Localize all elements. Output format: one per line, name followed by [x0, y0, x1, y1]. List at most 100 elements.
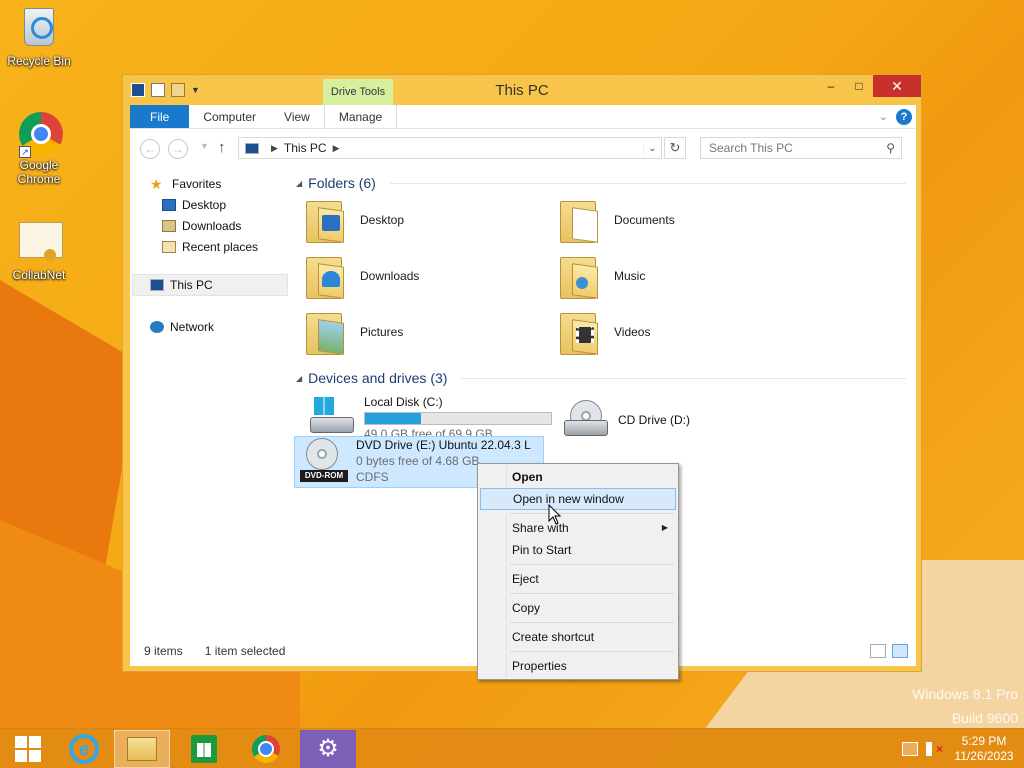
menu-item-pin-to-start[interactable]: Pin to Start: [480, 539, 676, 561]
menu-separator: [510, 651, 674, 652]
folder-pictures[interactable]: Pictures: [306, 307, 546, 357]
drive-local-disk-c[interactable]: Local Disk (C:) 49.0 GB free of 69.9 GB: [308, 395, 552, 441]
group-header-label: Folders (6): [308, 175, 376, 191]
maximize-button[interactable]: □: [845, 75, 873, 97]
desktop-folder-icon: [306, 197, 346, 243]
nav-item-recent-places[interactable]: Recent places: [162, 237, 258, 257]
menu-item-create-shortcut[interactable]: Create shortcut: [480, 626, 676, 648]
mouse-cursor-icon: [548, 504, 562, 525]
nav-item-label: Network: [170, 320, 215, 334]
folder-label: Downloads: [360, 269, 420, 283]
cd-drive-icon: [562, 398, 610, 442]
large-icons-view-icon[interactable]: [892, 644, 908, 658]
group-divider: [389, 182, 906, 184]
menu-item-open-in-new-window[interactable]: Open in new window: [480, 488, 676, 510]
folder-label: Pictures: [360, 325, 404, 339]
folder-documents[interactable]: Documents: [560, 195, 800, 245]
drive-cd-d[interactable]: CD Drive (D:): [562, 395, 690, 445]
status-selection-count: 1 item selected: [204, 644, 286, 658]
desktop-icon-google-chrome[interactable]: ↗ Google Chrome: [6, 112, 72, 186]
recent-locations-icon[interactable]: ▼: [200, 141, 209, 151]
back-button[interactable]: ←: [140, 139, 160, 159]
windows-logo-icon: [15, 736, 41, 762]
gear-icon: ⚙: [317, 735, 339, 762]
group-header-folders[interactable]: ◢ Folders (6): [296, 175, 906, 191]
desktop-icon-recycle-bin[interactable]: Recycle Bin: [6, 6, 72, 68]
tab-manage[interactable]: Manage: [323, 105, 398, 128]
group-divider: [461, 377, 906, 379]
address-input[interactable]: ▶ This PC ▶ ⌄: [238, 137, 662, 159]
network-status-icon[interactable]: [902, 742, 918, 756]
help-icon[interactable]: ?: [896, 108, 912, 125]
taskbar-settings[interactable]: ⚙: [300, 730, 356, 768]
internet-explorer-icon: e: [69, 734, 99, 764]
menu-item-share-with[interactable]: Share with ▶: [480, 517, 676, 539]
folder-desktop[interactable]: Desktop: [306, 195, 546, 245]
address-dropdown-icon[interactable]: ⌄: [643, 142, 661, 154]
tab-computer[interactable]: Computer: [189, 105, 270, 128]
windows-edition-watermark: Windows 8.1 Pro: [912, 686, 1018, 702]
nav-item-label: Downloads: [182, 219, 242, 233]
downloads-icon: [162, 220, 176, 232]
dvd-drive-icon: DVD-ROM: [300, 438, 348, 482]
address-bar-row: ← → ▼ ↑ ▶ This PC ▶ ⌄ ↻ Search This PC ⚲: [130, 129, 916, 167]
search-placeholder: Search This PC: [709, 141, 793, 155]
clock-date: 11/26/2023: [954, 749, 1014, 763]
taskbar-internet-explorer[interactable]: e: [56, 730, 112, 768]
menu-item-properties[interactable]: Properties: [480, 655, 676, 677]
tab-file[interactable]: File: [130, 105, 190, 128]
certificate-icon: [19, 222, 63, 261]
recycle-bin-icon: [24, 8, 54, 46]
taskbar: e ⚙ 5:29 PM 11/26/2023: [0, 728, 1024, 768]
nav-item-desktop[interactable]: Desktop: [162, 195, 226, 215]
desktop-icon-collabnet[interactable]: CollabNet: [6, 218, 72, 282]
start-button[interactable]: [0, 730, 56, 768]
tab-view[interactable]: View: [270, 105, 324, 128]
close-button[interactable]: ✕: [873, 75, 921, 97]
details-view-icon[interactable]: [870, 644, 886, 658]
submenu-arrow-icon: ▶: [661, 523, 668, 532]
menu-separator: [510, 513, 674, 514]
search-input[interactable]: Search This PC ⚲: [700, 137, 902, 159]
breadcrumb-separator-icon[interactable]: ▶: [271, 143, 278, 154]
nav-item-label: This PC: [170, 278, 213, 292]
drive-name: Local Disk (C:): [364, 395, 443, 409]
videos-folder-icon: [560, 309, 600, 355]
refresh-button[interactable]: ↻: [664, 137, 686, 159]
folder-label: Desktop: [360, 213, 405, 227]
disk-usage-bar: [364, 412, 552, 425]
desktop-icon-label: Google Chrome: [17, 158, 61, 186]
clock[interactable]: 5:29 PM 11/26/2023: [944, 734, 1024, 764]
menu-item-eject[interactable]: Eject: [480, 568, 676, 590]
expand-ribbon-icon[interactable]: ⌄: [879, 110, 888, 123]
folder-videos[interactable]: Videos: [560, 307, 800, 357]
chrome-icon: [252, 735, 280, 763]
up-button[interactable]: ↑: [218, 139, 226, 156]
nav-item-favorites[interactable]: ★ Favorites: [150, 174, 221, 194]
folder-music[interactable]: Music: [560, 251, 800, 301]
volume-muted-icon[interactable]: [926, 742, 943, 756]
taskbar-store[interactable]: [176, 730, 232, 768]
file-explorer-icon: [127, 737, 157, 761]
desktop-icon-label: CollabNet: [12, 268, 66, 282]
breadcrumb-separator-icon[interactable]: ▶: [333, 143, 340, 154]
collapse-group-icon[interactable]: ◢: [296, 179, 302, 188]
menu-item-open[interactable]: Open: [480, 466, 676, 488]
minimize-button[interactable]: –: [817, 75, 845, 97]
taskbar-file-explorer[interactable]: [114, 730, 170, 768]
folder-downloads[interactable]: Downloads: [306, 251, 546, 301]
taskbar-google-chrome[interactable]: [238, 730, 294, 768]
forward-button[interactable]: →: [168, 139, 188, 159]
collapse-group-icon[interactable]: ◢: [296, 374, 302, 383]
dvd-rom-label: DVD-ROM: [300, 470, 348, 482]
windows-build-watermark: Build 9600: [951, 710, 1018, 726]
nav-item-network[interactable]: Network: [150, 317, 214, 337]
group-header-devices[interactable]: ◢ Devices and drives (3): [296, 370, 906, 386]
nav-item-this-pc[interactable]: This PC: [150, 275, 213, 295]
title-bar[interactable]: ▼ Drive Tools This PC – □ ✕: [123, 75, 921, 105]
breadcrumb-this-pc[interactable]: This PC: [284, 141, 327, 155]
clock-time: 5:29 PM: [961, 734, 1007, 748]
menu-item-copy[interactable]: Copy: [480, 597, 676, 619]
disk-usage-fill: [365, 413, 421, 424]
nav-item-downloads[interactable]: Downloads: [162, 216, 241, 236]
